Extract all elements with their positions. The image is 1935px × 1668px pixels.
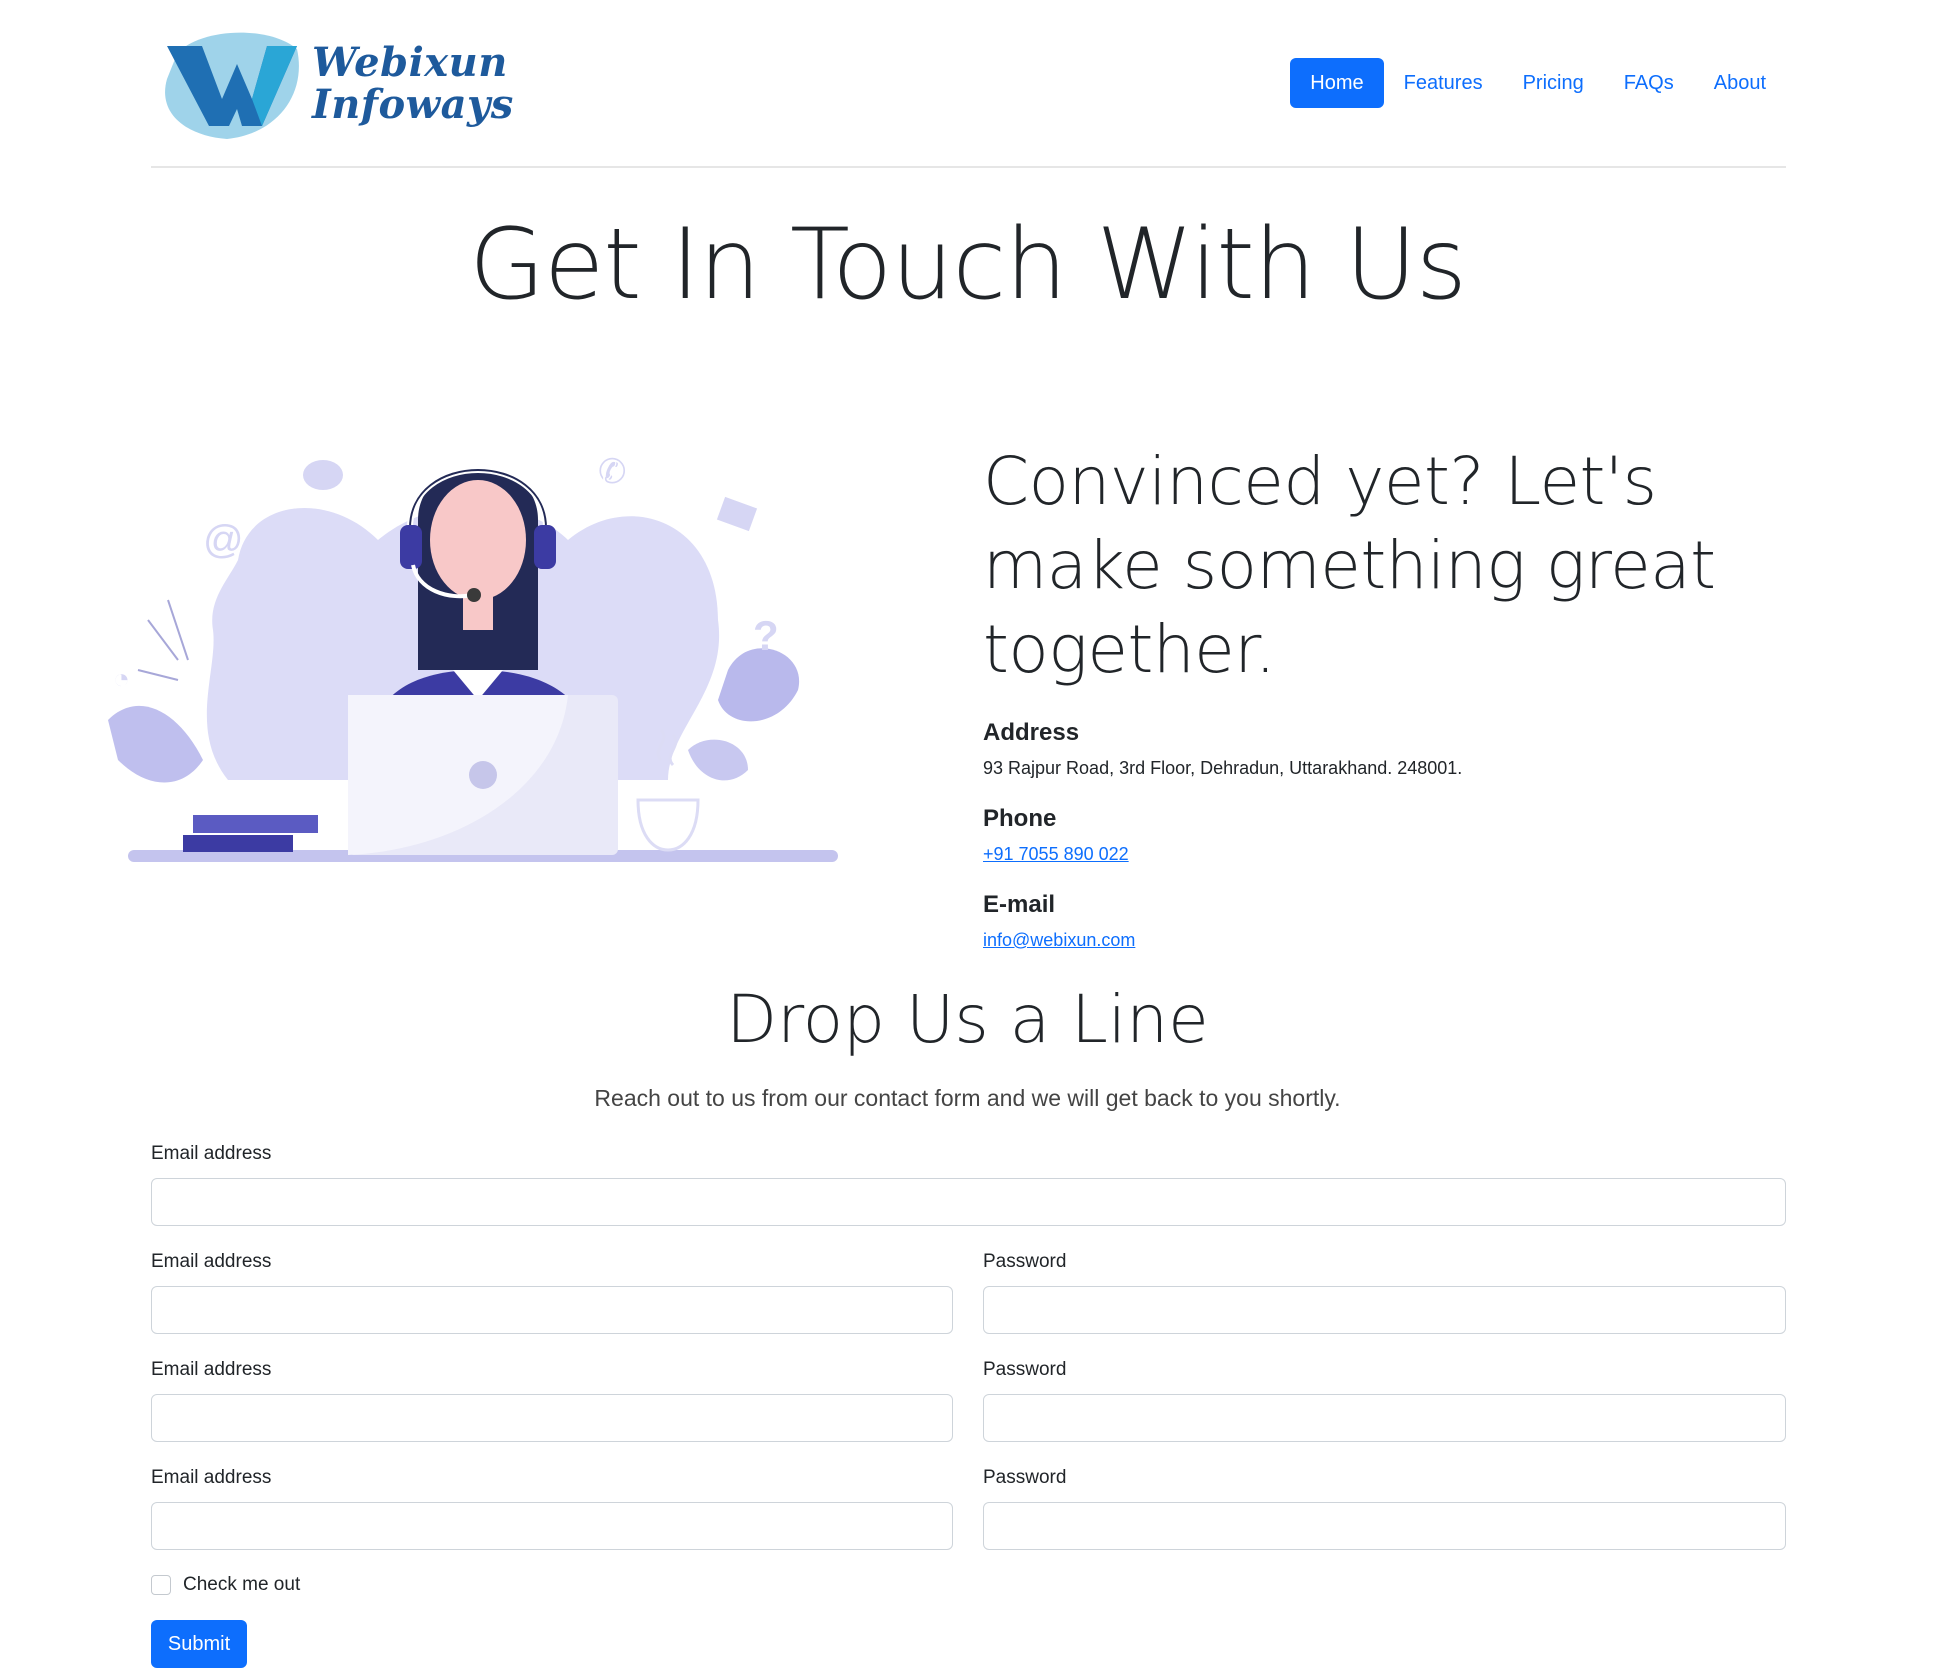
checkbox[interactable] — [151, 1575, 171, 1595]
form-group-password-3: Password — [983, 1466, 1786, 1550]
nav-about[interactable]: About — [1694, 58, 1786, 108]
address-label: Address — [983, 719, 1080, 746]
page-title: Get In Touch With Us — [469, 208, 1467, 322]
brand-logo[interactable]: Webixun Infoways — [157, 24, 513, 144]
password-input[interactable] — [983, 1286, 1786, 1334]
site-header: Webixun Infoways Home Features Pricing F… — [151, 0, 1786, 168]
email-label: Email address — [151, 1251, 272, 1272]
phone-label: Phone — [983, 805, 1057, 832]
form-group-email-4: Email address — [151, 1466, 953, 1550]
form-group-password-2: Password — [983, 1358, 1786, 1442]
password-input[interactable] — [983, 1394, 1786, 1442]
email-label: Email address — [151, 1143, 272, 1164]
nav-home[interactable]: Home — [1290, 58, 1384, 108]
brand-line-1: Webixun — [312, 39, 508, 86]
submit-button[interactable]: Submit — [151, 1620, 247, 1668]
email-input[interactable] — [151, 1502, 953, 1550]
wifi-icon: ◔ — [113, 663, 130, 694]
form-section-title: Drop Us a Line — [726, 981, 1209, 1058]
at-sign-icon: @ — [203, 518, 244, 562]
email-input[interactable] — [151, 1286, 953, 1334]
address-value: 93 Rajpur Road, 3rd Floor, Dehradun, Utt… — [983, 758, 1463, 778]
support-illustration: ✆ @ ? ◔ — [108, 430, 848, 870]
nav-features[interactable]: Features — [1384, 58, 1503, 108]
contact-heading: Convinced yet? Let's make something grea… — [983, 443, 1716, 688]
form-group-email-2: Email address — [151, 1250, 953, 1334]
question-mark-icon: ? — [753, 612, 779, 659]
form-group-password-1: Password — [983, 1250, 1786, 1334]
main-nav: Home Features Pricing FAQs About — [1290, 58, 1786, 108]
brand-name: Webixun Infoways — [312, 42, 514, 126]
phone-icon: ✆ — [598, 453, 627, 491]
nav-faqs[interactable]: FAQs — [1604, 58, 1694, 108]
chat-bubble-icon — [303, 460, 343, 490]
form-group-email-3: Email address — [151, 1358, 953, 1442]
nav-pricing[interactable]: Pricing — [1503, 58, 1604, 108]
form-group-email-full: Email address — [151, 1142, 1786, 1226]
contact-info: Convinced yet? Let's make something grea… — [983, 440, 1783, 976]
brand-line-2: Infoways — [312, 81, 514, 128]
checkbox-label: Check me out — [183, 1574, 301, 1595]
email-input[interactable] — [151, 1394, 953, 1442]
password-label: Password — [983, 1467, 1067, 1488]
check-me-out[interactable]: Check me out — [151, 1574, 300, 1596]
email-label: Email address — [151, 1467, 272, 1488]
logo-mark-icon — [165, 32, 299, 139]
email-label: Email address — [151, 1359, 272, 1380]
password-input[interactable] — [983, 1502, 1786, 1550]
email-link[interactable]: info@webixun.com — [983, 930, 1135, 950]
email-input[interactable] — [151, 1178, 1786, 1226]
password-label: Password — [983, 1359, 1067, 1380]
phone-link[interactable]: +91 7055 890 022 — [983, 844, 1129, 864]
password-label: Password — [983, 1251, 1067, 1272]
email-label: E-mail — [983, 891, 1056, 918]
form-section-subtitle: Reach out to us from our contact form an… — [594, 1085, 1341, 1111]
